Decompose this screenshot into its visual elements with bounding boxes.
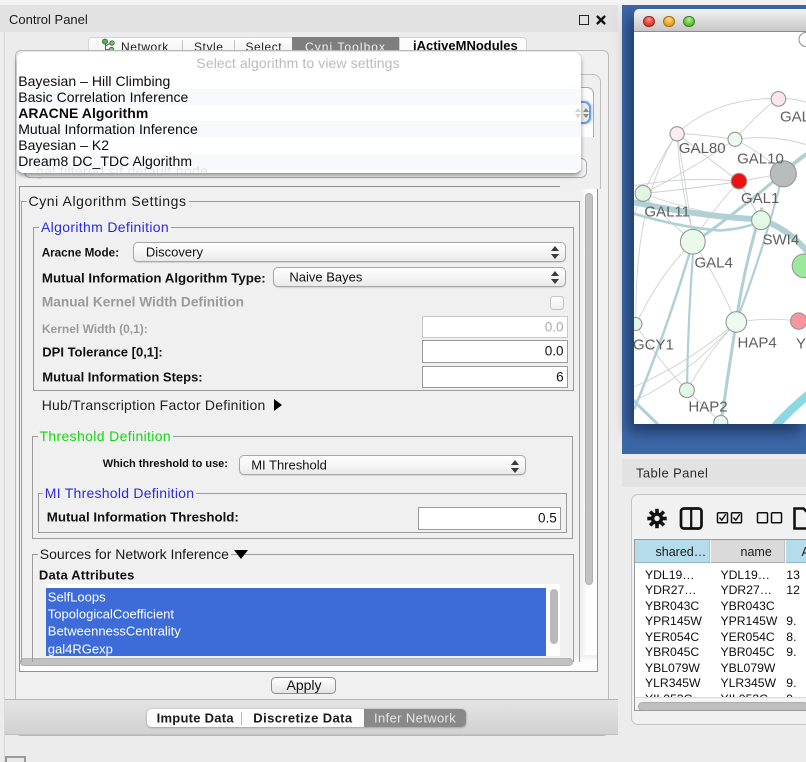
svg-text:GAL11: GAL11 — [644, 203, 690, 220]
svg-text:GAL10: GAL10 — [737, 150, 784, 167]
svg-text:Y: Y — [796, 335, 806, 352]
svg-text:SWI4: SWI4 — [763, 231, 800, 248]
svg-text:GAL: GAL — [780, 108, 806, 125]
svg-text:GAL1: GAL1 — [741, 190, 779, 207]
svg-text:GCY1: GCY1 — [634, 336, 674, 353]
svg-text:GAL80: GAL80 — [679, 140, 726, 157]
svg-text:GAL4: GAL4 — [695, 254, 733, 271]
svg-text:HAP2: HAP2 — [688, 398, 727, 415]
svg-text:HAP4: HAP4 — [738, 334, 777, 351]
